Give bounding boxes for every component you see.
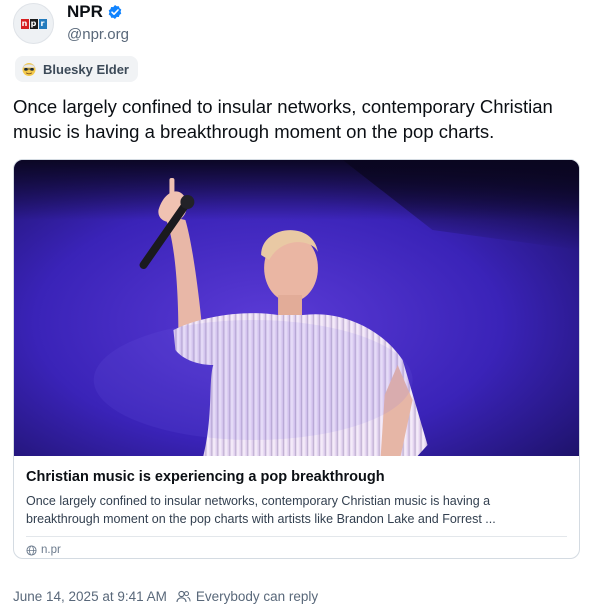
display-name[interactable]: NPR bbox=[67, 2, 103, 22]
timestamp[interactable]: June 14, 2025 at 9:41 AM bbox=[13, 589, 167, 604]
link-card-description: Once largely confined to insular network… bbox=[26, 494, 496, 526]
handle[interactable]: @npr.org bbox=[67, 26, 129, 43]
reply-setting-label: Everybody can reply bbox=[195, 589, 319, 604]
verified-check-icon[interactable] bbox=[107, 4, 123, 20]
concert-photo[interactable] bbox=[14, 160, 579, 456]
post: n p r NPR @npr.org Bluesky Elder Once la… bbox=[0, 0, 592, 613]
link-card-domain-text: n.pr bbox=[41, 544, 61, 556]
badge-label: Bluesky Elder bbox=[43, 61, 129, 77]
globe-icon bbox=[26, 544, 37, 556]
display-name-row: NPR bbox=[67, 2, 129, 22]
avatar[interactable]: n p r bbox=[13, 3, 54, 44]
link-card-domain: n.pr bbox=[26, 537, 567, 558]
author-names: NPR @npr.org bbox=[67, 2, 129, 43]
reply-setting[interactable]: Everybody can reply bbox=[176, 589, 318, 604]
post-text: Once largely confined to insular network… bbox=[13, 96, 553, 142]
npr-logo: n p r bbox=[20, 18, 47, 29]
npr-logo-letter-r: r bbox=[38, 18, 47, 29]
bluesky-elder-badge[interactable]: Bluesky Elder bbox=[15, 56, 138, 82]
link-card-title[interactable]: Christian music is experiencing a pop br… bbox=[26, 468, 567, 486]
post-footer: June 14, 2025 at 9:41 AM Everybody can r… bbox=[13, 589, 318, 604]
elder-emoji-icon bbox=[22, 63, 36, 76]
link-card-body: Christian music is experiencing a pop br… bbox=[14, 456, 579, 558]
post-header: n p r NPR @npr.org bbox=[13, 0, 579, 56]
people-icon bbox=[176, 590, 191, 603]
npr-logo-letter-p: p bbox=[29, 18, 38, 29]
link-card[interactable]: Christian music is experiencing a pop br… bbox=[13, 159, 580, 559]
npr-logo-letter-n: n bbox=[20, 18, 29, 29]
